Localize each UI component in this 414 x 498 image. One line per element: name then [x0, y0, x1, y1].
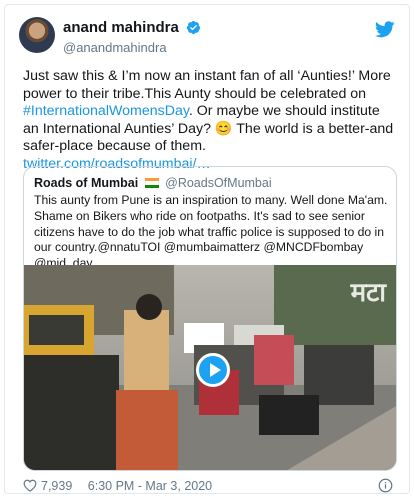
quoted-tweet-header: Roads of Mumbai @RoadsOfMumbai: [34, 176, 272, 190]
quoted-author-name[interactable]: Roads of Mumbai: [34, 176, 138, 190]
tweet-header: anand mahindra @anandmahindra: [19, 17, 395, 57]
heart-icon[interactable]: [23, 479, 37, 492]
tweet-text: Just saw this & I’m now an instant fan o…: [23, 68, 395, 174]
quoted-tweet-text: This aunty from Pune is an inspiration t…: [34, 193, 388, 271]
video-watermark: मटा: [350, 278, 386, 308]
quoted-tweet[interactable]: Roads of Mumbai @RoadsOfMumbai This aunt…: [23, 166, 397, 471]
india-flag-icon: [144, 178, 159, 188]
like-action[interactable]: 7,939: [23, 479, 72, 493]
hashtag-link[interactable]: #InternationalWomensDay: [23, 103, 189, 119]
info-icon[interactable]: [378, 478, 393, 493]
tweet-card: anand mahindra @anandmahindra Just saw t…: [4, 4, 410, 494]
tweet-footer: 7,939 6:30 PM - Mar 3, 2020: [23, 478, 395, 495]
tweet-text-part1: Just saw this & I’m now an instant fan o…: [23, 68, 391, 102]
video-player[interactable]: मटा: [24, 265, 396, 470]
play-icon[interactable]: [196, 353, 230, 387]
author-info: anand mahindra @anandmahindra: [63, 19, 201, 55]
author-avatar[interactable]: [19, 17, 55, 53]
author-name[interactable]: anand mahindra: [63, 19, 179, 36]
tweet-timestamp[interactable]: 6:30 PM - Mar 3, 2020: [88, 479, 212, 493]
like-count: 7,939: [41, 479, 73, 493]
verified-icon: [187, 21, 201, 35]
quoted-author-handle[interactable]: @RoadsOfMumbai: [165, 176, 271, 190]
twitter-bird-icon[interactable]: [375, 21, 395, 38]
author-handle[interactable]: @anandmahindra: [63, 40, 201, 55]
